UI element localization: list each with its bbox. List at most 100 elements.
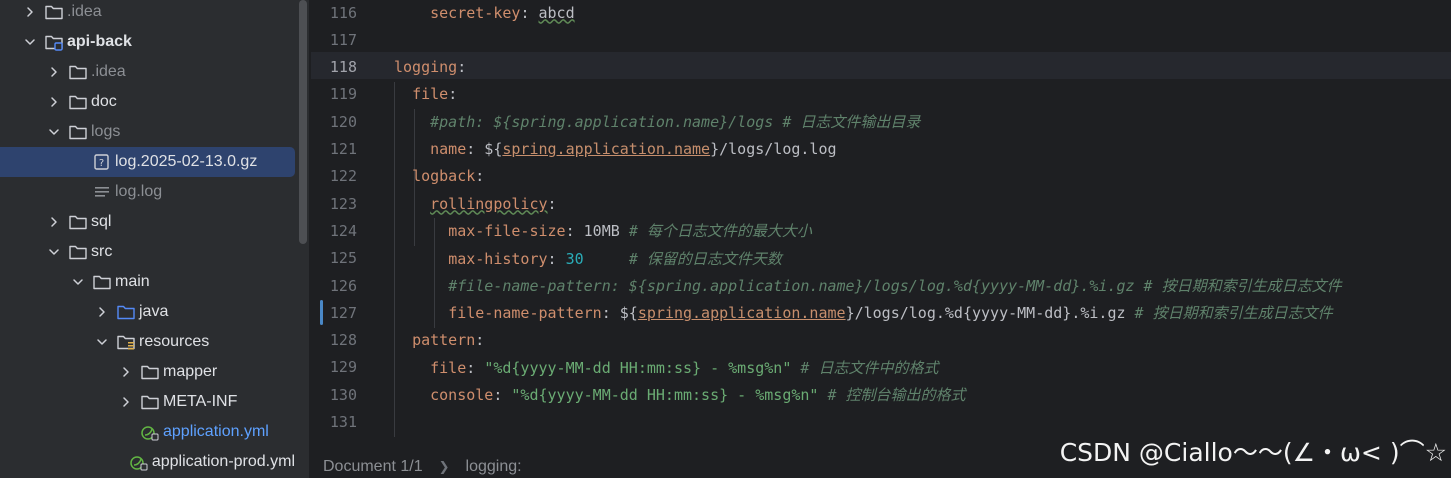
code-line[interactable]: 128 pattern: [311,327,1451,354]
tree-item-label: sql [91,213,112,230]
code-text[interactable]: pattern: [394,331,484,349]
chevron-right-icon[interactable] [46,94,62,110]
chevron-right-icon[interactable] [22,4,38,20]
tree-item[interactable]: logs [0,117,295,147]
chevron-down-icon[interactable] [70,274,86,290]
tree-scrollbar[interactable] [299,0,307,244]
folder-icon [92,273,112,291]
code-line[interactable]: 129 file: "%d{yyyy-MM-dd HH:mm:ss} - %ms… [311,354,1451,381]
chevron-down-icon[interactable] [94,334,110,350]
chevron-right-icon[interactable] [94,304,110,320]
code-token: : [520,3,539,22]
code-line[interactable]: 126 #file-name-pattern: ${spring.applica… [311,272,1451,299]
tree-item[interactable]: .idea [0,0,295,27]
code-token: spring.application.name [637,304,846,323]
code-line[interactable]: 130 console: "%d{yyyy-MM-dd HH:mm:ss} - … [311,381,1451,408]
code-token: : [493,386,512,405]
chevron-down-icon[interactable] [46,124,62,140]
code-text[interactable]: logging: [394,58,466,76]
tree-item[interactable]: src [0,237,295,267]
tree-item[interactable]: main [0,267,295,297]
line-number: 126 [329,276,357,295]
code-text[interactable]: name: ${spring.application.name}/logs/lo… [394,140,836,158]
line-number: 124 [329,221,357,240]
code-text[interactable]: rollingpolicy: [394,195,556,213]
code-text[interactable]: file: [394,85,457,103]
line-number: 130 [329,385,357,404]
code-text[interactable]: file-name-pattern: ${spring.application.… [394,302,1332,323]
tree-item[interactable]: .idea [0,57,295,87]
folder-icon [140,393,160,411]
folder-icon [68,123,88,141]
code-token: secret-key [430,3,521,22]
code-token: "%d{yyyy-MM-dd HH:mm:ss} - %msg%n" [484,358,792,377]
line-number: 123 [329,194,357,213]
tree-item-label: mapper [163,363,218,380]
code-line[interactable]: 119 file: [311,81,1451,108]
code-text[interactable]: max-history: 30 # 保留的日志文件天数 [394,248,782,269]
code-line[interactable]: 127 file-name-pattern: ${spring.applicat… [311,299,1451,326]
code-line[interactable]: 117 [311,26,1451,53]
breadcrumb-path[interactable]: logging: [466,458,522,476]
code-line[interactable]: 123 rollingpolicy: [311,190,1451,217]
code-line[interactable]: 131 [311,409,1451,436]
folder-icon [68,93,88,111]
chevron-right-icon[interactable] [118,364,134,380]
line-number: 121 [329,140,357,158]
code-token: file-name-pattern [448,304,602,323]
tree-item[interactable]: java [0,297,295,327]
chevron-right-icon[interactable] [46,214,62,230]
code-text[interactable]: #file-name-pattern: ${spring.application… [394,275,1341,296]
code-text[interactable]: console: "%d{yyyy-MM-dd HH:mm:ss} - %msg… [394,384,965,405]
tree-item[interactable]: doc [0,87,295,117]
code-line[interactable]: 125 max-history: 30 # 保留的日志文件天数 [311,245,1451,272]
unknown-file-icon: ? [92,153,112,171]
tree-item-label: application-prod.yml [151,453,295,470]
tree-item[interactable]: ? log.2025-02-13.0.gz [0,147,295,177]
code-text[interactable]: secret-key: abcd [394,4,575,22]
chevron-down-icon[interactable] [22,34,38,50]
chevron-down-icon[interactable] [46,244,62,260]
resources-folder-icon [116,333,136,351]
folder-icon [68,243,88,261]
tree-item[interactable]: application-prod.yml [0,447,295,477]
chevron-right-icon[interactable] [118,394,134,410]
tree-item[interactable]: META-INF [0,387,295,417]
tree-item[interactable]: sql [0,207,295,237]
code-token: : [457,58,467,77]
code-line[interactable]: 124 max-file-size: 10MB # 每个日志文件的最大大小 [311,217,1451,244]
tree-item[interactable]: api-back [0,27,295,57]
code-editor[interactable]: 116 secret-key: abcd 117 118 logging: 119 fi… [311,0,1451,478]
breadcrumb-document[interactable]: Document 1/1 [323,458,423,476]
chevron-right-icon: ❯ [438,459,450,474]
tree-item[interactable]: application.yml [0,417,295,447]
code-line[interactable]: 121 name: ${spring.application.name}/log… [311,136,1451,163]
line-number: 131 [329,413,357,431]
code-token: }/logs/log.%d{yyyy-MM-dd}.%i.gz [845,304,1135,323]
tree-item-label: resources [139,333,210,350]
code-token: name [430,140,467,158]
tree-item[interactable]: resources [0,327,295,357]
line-number: 119 [329,85,357,104]
code-text[interactable]: file: "%d{yyyy-MM-dd HH:mm:ss} - %msg%n"… [394,357,938,378]
code-token: max-file-size [448,222,566,241]
code-line[interactable]: 116 secret-key: abcd [311,0,1451,26]
tree-item[interactable]: mapper [0,357,295,387]
code-token: # 保留的日志文件天数 [628,249,782,268]
code-text[interactable]: #path: ${spring.application.name}/logs #… [394,111,920,132]
code-text[interactable]: logback: [394,167,484,185]
code-line[interactable]: 122 logback: [311,163,1451,190]
code-line[interactable]: 120 #path: ${spring.application.name}/lo… [311,108,1451,135]
code-token: : ${ [601,304,638,323]
code-text[interactable]: max-file-size: 10MB # 每个日志文件的最大大小 [394,220,812,241]
chevron-right-icon[interactable] [46,64,62,80]
tree-item[interactable]: log.log [0,177,295,207]
code-line[interactable]: 118 logging: [311,54,1451,81]
